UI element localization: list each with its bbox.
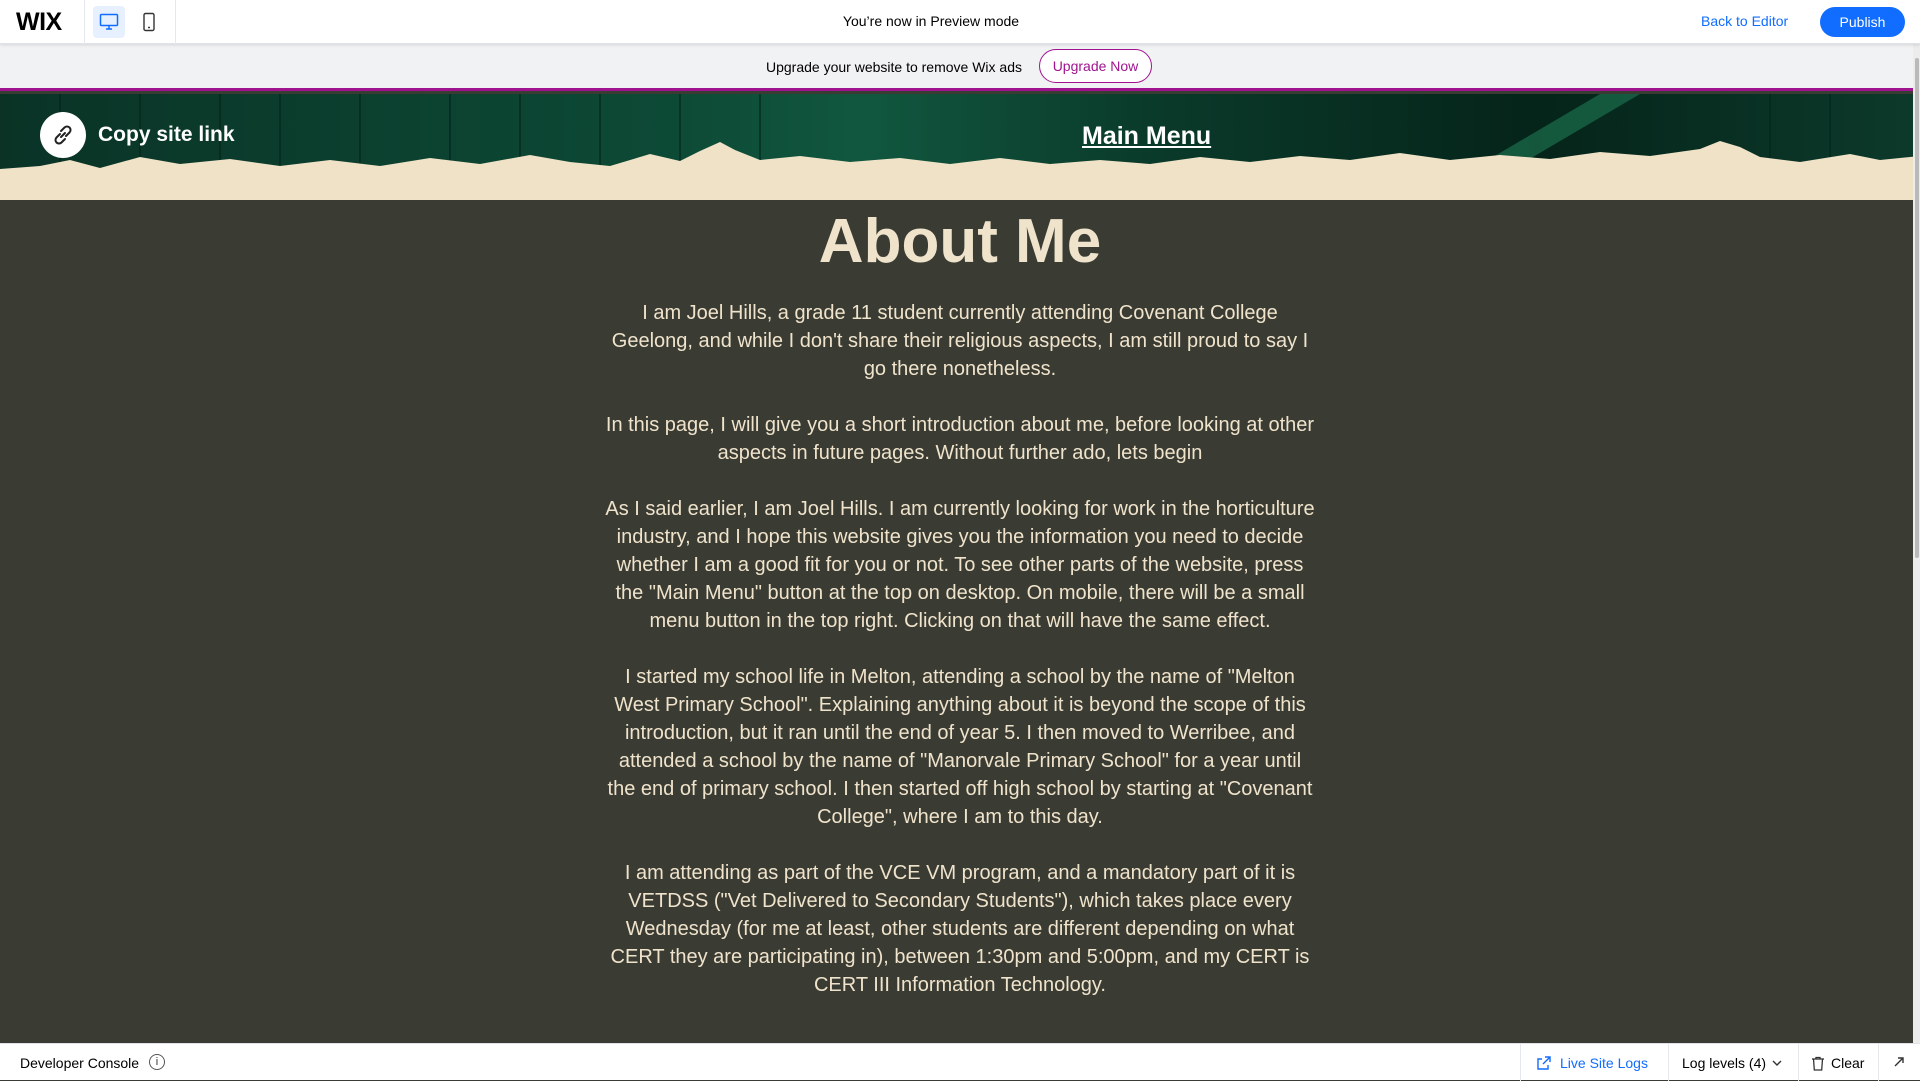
log-levels-label: Log levels (4) (1682, 1055, 1767, 1071)
live-site-logs-label: Live Site Logs (1560, 1055, 1648, 1071)
divider (1668, 1044, 1669, 1081)
external-link-icon (1537, 1056, 1551, 1070)
publish-button[interactable]: Publish (1820, 7, 1905, 37)
trash-icon (1812, 1056, 1824, 1071)
divider (1798, 1044, 1799, 1081)
site-header: Copy site link Main Menu (0, 94, 1920, 200)
upgrade-text: Upgrade your website to remove Wix ads (766, 59, 1022, 75)
upgrade-banner: Upgrade your website to remove Wix ads U… (0, 44, 1920, 91)
paragraph: I started my school life in Melton, atte… (607, 666, 1313, 828)
clear-label: Clear (1831, 1055, 1865, 1071)
page-title: About Me (818, 207, 1102, 276)
copy-link-circle (40, 112, 86, 158)
paragraph: As I said earlier, I am Joel Hills. I am… (605, 498, 1315, 632)
paragraph: I am Joel Hills, a grade 11 student curr… (611, 302, 1309, 380)
expand-console-button[interactable] (1892, 1055, 1906, 1069)
log-levels-dropdown[interactable]: Log levels (4) (1682, 1055, 1783, 1071)
divider (1878, 1044, 1879, 1081)
link-icon (54, 125, 72, 145)
paragraph: In this page, I will give you a short in… (605, 414, 1315, 464)
clear-button[interactable]: Clear (1811, 1055, 1864, 1071)
scrollbar-thumb[interactable] (1915, 58, 1919, 558)
chevron-down-icon (1772, 1060, 1782, 1066)
live-site-logs-button[interactable]: Live Site Logs (1536, 1055, 1648, 1071)
header-background (0, 94, 1920, 200)
about-body: I am Joel Hills, a grade 11 student curr… (604, 299, 1316, 1027)
copy-site-link-label: Copy site link (98, 123, 235, 146)
preview-top-bar: WIX You’re now in Preview mode Back to E… (0, 0, 1920, 44)
paragraph: I am attending as part of the VCE VM pro… (610, 862, 1310, 996)
about-section: About Me I am Joel Hills, a grade 11 stu… (0, 200, 1920, 1043)
main-menu-link[interactable]: Main Menu (1082, 122, 1211, 151)
back-to-editor-link[interactable]: Back to Editor (1701, 13, 1788, 29)
developer-console-bar: Developer Console i Live Site Logs Log l… (0, 1043, 1920, 1081)
divider (1520, 1044, 1521, 1081)
upgrade-now-button[interactable]: Upgrade Now (1039, 49, 1152, 83)
developer-console-title[interactable]: Developer Console (20, 1055, 139, 1071)
copy-site-link-button[interactable]: Copy site link (40, 112, 235, 158)
expand-arrow-icon (1894, 1057, 1904, 1067)
info-icon[interactable]: i (149, 1054, 165, 1070)
preview-mode-label: You’re now in Preview mode (842, 13, 1020, 29)
